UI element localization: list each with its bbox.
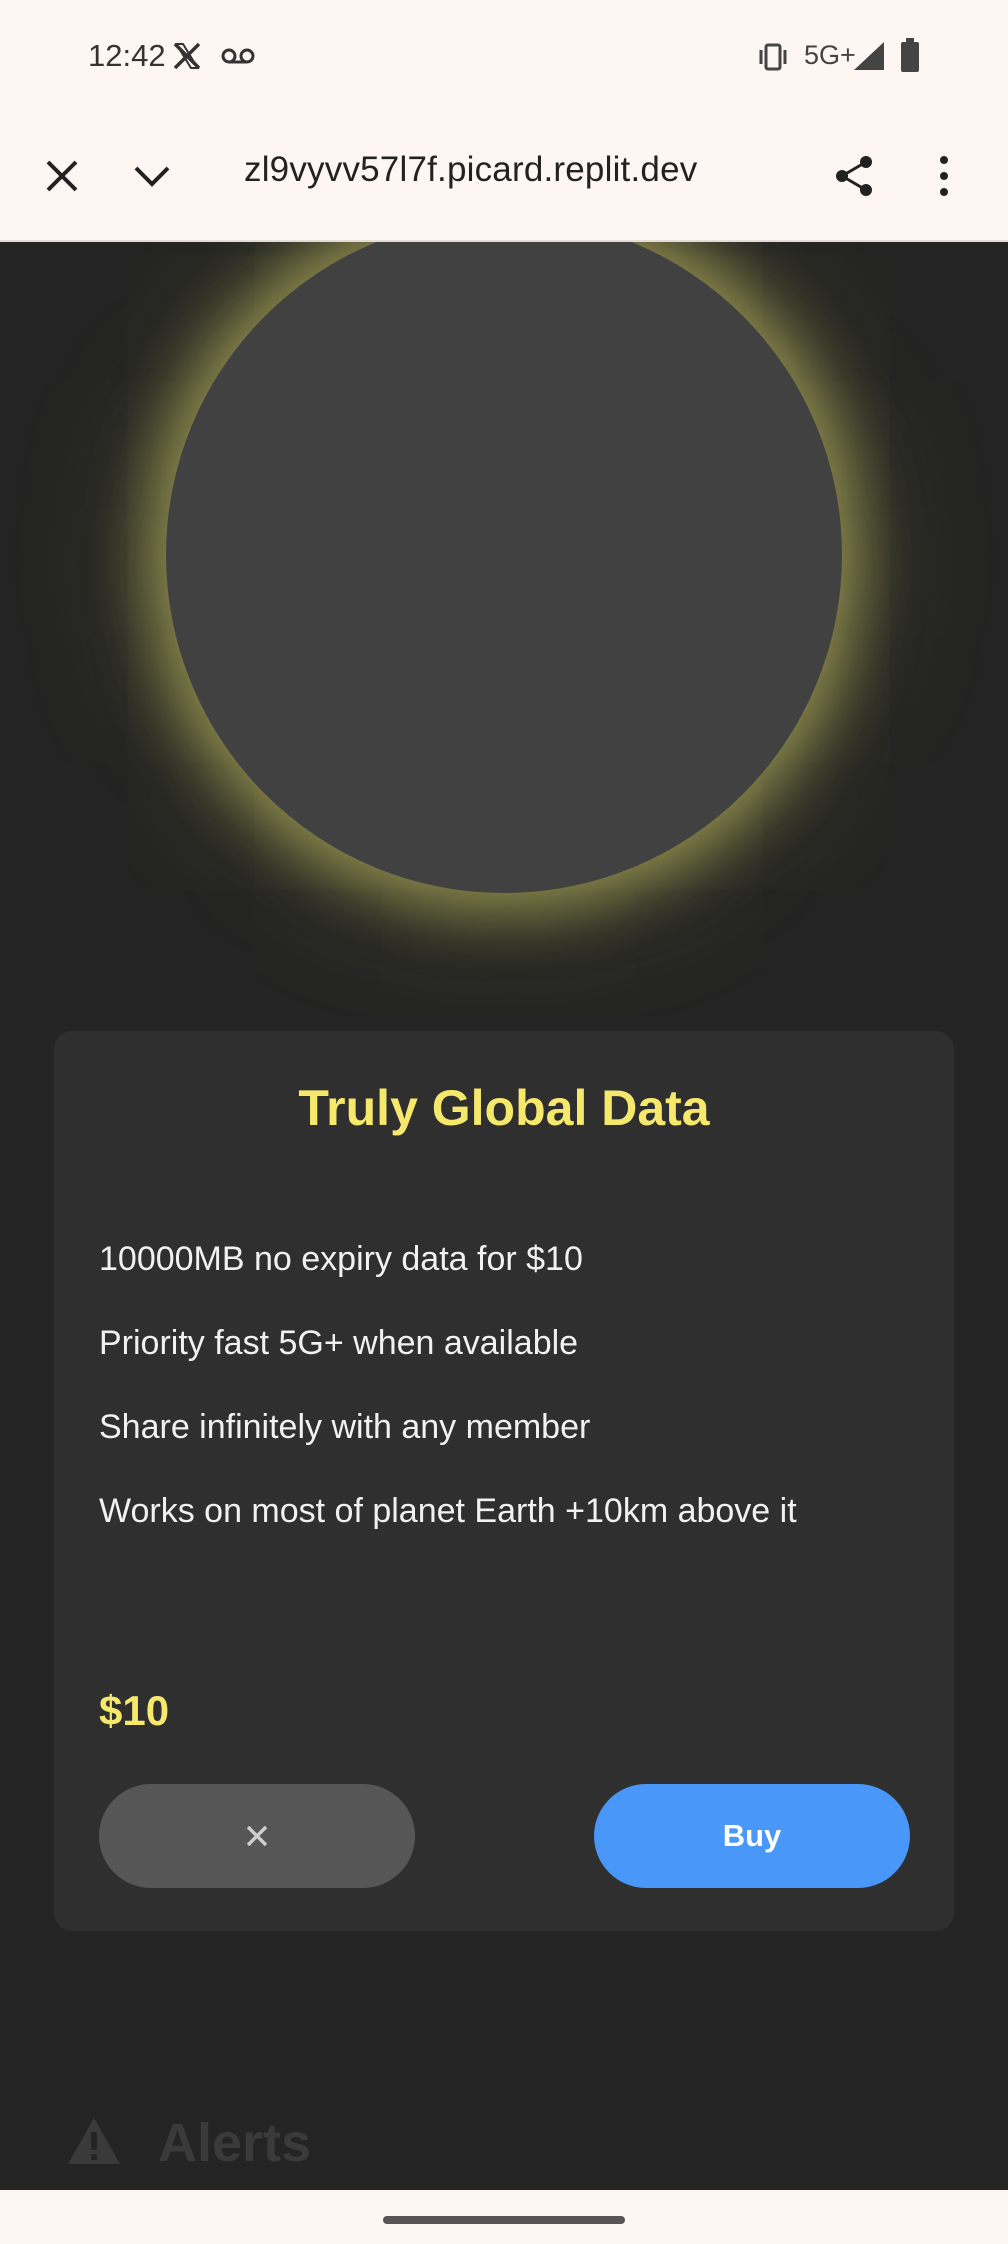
feature-item: 10000MB no expiry data for $10	[99, 1240, 583, 1278]
close-icon	[246, 1825, 268, 1847]
vibrate-icon	[759, 43, 787, 71]
share-icon[interactable]	[830, 152, 878, 200]
feature-item: Priority fast 5G+ when available	[99, 1324, 579, 1362]
voicemail-icon	[221, 48, 255, 64]
gesture-handle[interactable]	[383, 2216, 625, 2224]
plan-card: Truly Global Data 10000MB no expiry data…	[54, 1031, 954, 1931]
warning-icon	[68, 2118, 120, 2164]
alerts-label: Alerts	[158, 2113, 312, 2173]
plan-title: Truly Global Data	[298, 1080, 710, 1136]
battery-icon	[901, 38, 919, 72]
feature-list: 10000MB no expiry data for $10 Priority …	[99, 1239, 797, 1575]
url-bar[interactable]: zl9vyvv57l7f.picard.replit.dev	[244, 150, 697, 190]
plan-price: $10	[99, 1687, 170, 1734]
navigation-bar	[0, 2190, 1008, 2244]
status-bar: 12:42 5G+	[0, 0, 1008, 112]
feature-item: Works on most of planet Earth +10km abov…	[99, 1492, 797, 1530]
chevron-down-icon[interactable]	[128, 152, 176, 200]
more-vert-icon[interactable]	[920, 152, 968, 200]
signal-icon	[854, 42, 884, 70]
cancel-button[interactable]	[99, 1784, 415, 1888]
network-type: 5G+	[804, 40, 856, 70]
eclipse-circle	[166, 242, 842, 893]
feature-item: Share infinitely with any member	[99, 1408, 591, 1446]
status-time: 12:42	[88, 38, 166, 73]
x-app-icon	[173, 42, 201, 70]
close-icon[interactable]	[38, 152, 86, 200]
buy-button[interactable]: Buy	[594, 1784, 910, 1888]
